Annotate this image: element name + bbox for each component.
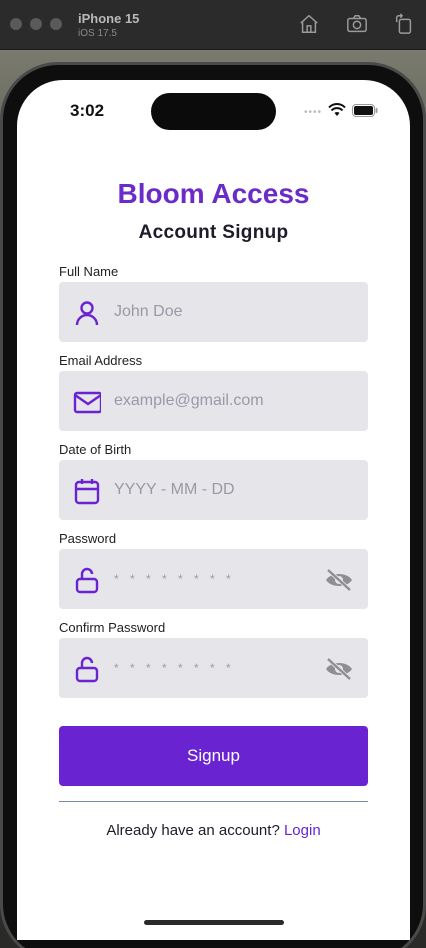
signal-dots-icon: •••• xyxy=(303,107,322,118)
minimize-window-button[interactable] xyxy=(30,18,42,30)
simulator-os-version: iOS 17.5 xyxy=(78,28,117,39)
password-field xyxy=(59,549,368,609)
login-prompt-row: Already have an account? Login xyxy=(17,822,410,839)
mail-icon xyxy=(73,388,103,416)
confirm-password-input[interactable] xyxy=(114,638,314,698)
status-time: 3:02 xyxy=(70,101,105,120)
simulator-device-name: iPhone 15 xyxy=(78,11,140,26)
email-field xyxy=(59,371,368,431)
user-icon xyxy=(73,299,101,327)
simulator-toolbar: iPhone 15 iOS 17.5 xyxy=(0,0,426,50)
unlock-icon xyxy=(73,655,101,683)
email-input[interactable] xyxy=(114,371,314,431)
dynamic-island xyxy=(151,93,276,130)
brand-title: Bloom Access xyxy=(117,178,310,209)
unlock-icon xyxy=(73,566,101,594)
status-indicators: •••• xyxy=(304,103,378,122)
login-link[interactable]: Login xyxy=(284,822,321,839)
dob-field xyxy=(59,460,368,520)
password-input[interactable] xyxy=(114,549,314,609)
zoom-window-button[interactable] xyxy=(50,18,62,30)
full-name-label: Full Name xyxy=(59,264,119,279)
close-window-button[interactable] xyxy=(10,18,22,30)
screenshot-icon[interactable] xyxy=(346,13,368,35)
signup-button[interactable]: Signup xyxy=(59,726,368,786)
battery-icon xyxy=(352,103,378,122)
divider xyxy=(59,801,368,802)
dob-label: Date of Birth xyxy=(59,442,132,457)
home-icon[interactable] xyxy=(298,13,320,35)
confirm-password-field xyxy=(59,638,368,698)
email-label: Email Address xyxy=(59,353,143,368)
app-screen: 3:02 •••• Bloom Access Account Signup Fu… xyxy=(17,80,410,940)
rotate-icon[interactable] xyxy=(393,13,415,35)
dob-input[interactable] xyxy=(114,460,314,520)
full-name-field xyxy=(59,282,368,342)
full-name-input[interactable] xyxy=(114,282,314,342)
confirm-password-label: Confirm Password xyxy=(59,620,166,635)
page-title: Account Signup xyxy=(138,222,289,243)
wifi-icon xyxy=(328,103,346,122)
password-label: Password xyxy=(59,531,117,546)
login-prompt-text: Already have an account? xyxy=(106,822,280,839)
eye-off-icon[interactable] xyxy=(324,567,354,593)
home-indicator[interactable] xyxy=(144,920,284,925)
calendar-icon xyxy=(73,477,101,505)
eye-off-icon[interactable] xyxy=(324,656,354,682)
